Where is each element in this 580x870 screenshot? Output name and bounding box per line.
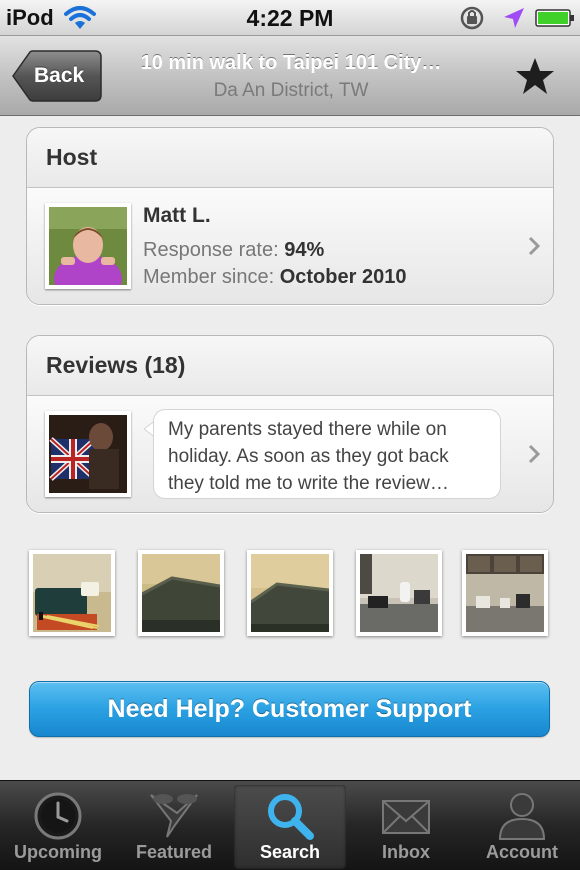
- review-line-2: holiday. As soon as they got back: [168, 446, 449, 467]
- reviews-body[interactable]: My parents stayed there while on holiday…: [27, 396, 553, 512]
- tab-featured[interactable]: Featured: [118, 785, 230, 869]
- tab-label-account: Account: [486, 842, 558, 862]
- navigation-bar: Back 10 min walk to Taipei 101 City… Da …: [0, 36, 580, 116]
- wifi-icon: [64, 6, 96, 29]
- host-body[interactable]: Matt L. Response rate: 94% Member since:…: [27, 188, 553, 304]
- chevron-right-icon: [528, 444, 541, 464]
- host-photo: [49, 207, 127, 285]
- clock-icon: [34, 792, 82, 840]
- person-icon: [498, 793, 546, 840]
- reviewer-avatar: [45, 411, 131, 497]
- host-avatar: [45, 203, 131, 289]
- review-line-3: they told me to write the review…: [168, 473, 449, 494]
- member-since-row: Member since: October 2010: [143, 266, 406, 289]
- location-arrow-icon: [504, 8, 524, 28]
- battery-icon: [535, 9, 574, 27]
- tab-upcoming[interactable]: Upcoming: [2, 785, 114, 869]
- living-room-photo: [33, 554, 111, 632]
- rotation-lock-icon: [460, 6, 484, 30]
- chevron-right-icon: [528, 236, 541, 256]
- host-panel[interactable]: Host Matt L. Response rate: 94% Member s…: [26, 127, 554, 305]
- listing-photo-5[interactable]: [462, 550, 548, 636]
- tab-label-inbox: Inbox: [382, 842, 430, 862]
- tab-bar: Upcoming Featured Search Inbox Account: [0, 780, 580, 870]
- response-rate-label: Response rate:: [143, 239, 279, 261]
- host-header: Host: [27, 128, 553, 188]
- host-name: Matt L.: [143, 204, 211, 227]
- search-icon: [268, 794, 314, 840]
- tab-label-search: Search: [259, 842, 321, 862]
- carrier-label: iPod: [6, 5, 54, 30]
- bedroom-photo-2: [251, 554, 329, 632]
- bedroom-photo: [142, 554, 220, 632]
- listing-photo-4[interactable]: [356, 550, 442, 636]
- kitchen-photo-2: [466, 554, 544, 632]
- tab-label-featured: Featured: [135, 842, 213, 862]
- review-excerpt: My parents stayed there while on holiday…: [153, 409, 501, 499]
- reviews-header: Reviews (18): [27, 336, 553, 396]
- listing-photo-1[interactable]: [29, 550, 115, 636]
- response-rate-value: 94%: [284, 239, 325, 261]
- tab-account[interactable]: Account: [466, 785, 578, 869]
- back-button-label: Back: [34, 64, 85, 87]
- page-title: 10 min walk to Taipei 101 City…: [140, 52, 442, 74]
- tab-search[interactable]: Search: [234, 785, 346, 869]
- member-since-label: Member since:: [143, 266, 275, 288]
- listing-photo-3[interactable]: [247, 550, 333, 636]
- listing-photo-2[interactable]: [138, 550, 224, 636]
- featured-icon: [150, 794, 198, 838]
- reviews-panel[interactable]: Reviews (18) My parents stayed there whi…: [26, 335, 554, 513]
- review-line-1: My parents stayed there while on: [168, 419, 447, 440]
- back-button[interactable]: Back: [12, 50, 102, 102]
- member-since-value: October 2010: [279, 266, 407, 288]
- tab-inbox[interactable]: Inbox: [350, 785, 462, 869]
- reviewer-photo: [49, 415, 127, 493]
- star-icon[interactable]: [514, 56, 556, 96]
- status-bar: iPod 4:22 PM: [0, 0, 580, 36]
- envelope-icon: [382, 800, 430, 834]
- tab-label-upcoming: Upcoming: [14, 842, 102, 862]
- customer-support-button[interactable]: Need Help? Customer Support: [29, 681, 550, 737]
- kitchen-photo: [360, 554, 438, 632]
- response-rate-row: Response rate: 94%: [143, 239, 324, 262]
- page-subtitle: Da An District, TW: [213, 80, 369, 101]
